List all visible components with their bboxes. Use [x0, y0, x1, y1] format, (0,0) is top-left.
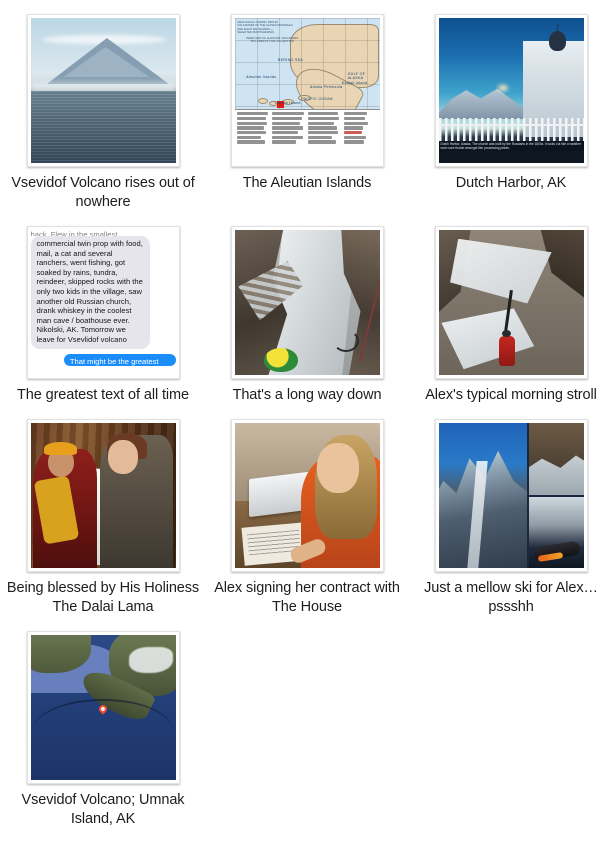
visitor-head	[107, 440, 138, 475]
snow-cover	[129, 646, 173, 673]
thumbnail-aleutian-islands[interactable]: GEOLOGICAL SURVEY DDS-40 VOLCANOES OF TH…	[230, 14, 384, 167]
map-header-text: GEOLOGICAL SURVEY DDS-40 VOLCANOES OF TH…	[237, 20, 293, 35]
legend-column	[272, 112, 306, 163]
thumbnail-greatest-text[interactable]: back. Flew in the smallest commercial tw…	[26, 226, 180, 379]
snow-slab-lower	[441, 308, 535, 370]
gallery-item-aleutian-islands[interactable]: GEOLOGICAL SURVEY DDS-40 VOLCANOES OF TH…	[205, 14, 409, 212]
caption-dutch-harbor: Dutch Harbor, AK	[455, 175, 567, 191]
legend-column	[308, 112, 342, 163]
gallery-item-greatest-text[interactable]: back. Flew in the smallest commercial tw…	[1, 226, 205, 405]
gallery-item-mellow-ski[interactable]: Just a mellow ski for Alex… pssshh	[409, 419, 613, 617]
map-label-gulf-of-alaska: GULF OF ALASKA	[347, 72, 366, 80]
photo-signing	[234, 423, 380, 568]
collage-panel-top-right	[528, 423, 584, 495]
thumbnail-long-way-down[interactable]	[230, 226, 384, 379]
church-dome-icon	[549, 31, 567, 52]
climber-helmet	[263, 348, 298, 373]
person-face	[317, 443, 360, 494]
sunset-glow	[497, 84, 508, 91]
map-label-kodiak: Kodiak Island	[341, 80, 368, 85]
thumbnail-dutch-harbor[interactable]: Dutch Harbor, Alaska. The church was bui…	[434, 14, 588, 167]
photo-collage-ski	[438, 423, 584, 568]
ice-axe	[333, 329, 360, 352]
message-bubble-incoming: commercial twin prop with food, mail, a …	[30, 236, 150, 349]
gallery-item-vsevidof-volcano[interactable]: Vsevidof Volcano rises out of nowhere	[1, 14, 205, 212]
map-label-umnak: Umnak Island	[275, 101, 301, 106]
gallery-item-long-way-down[interactable]: That's a long way down	[205, 226, 409, 405]
caption-vsevidof-map: Vsevidof Volcano; Umnak Island, AK	[21, 792, 185, 827]
gallery-item-dalai-lama[interactable]: Being blessed by His Holiness The Dalai …	[1, 419, 205, 617]
legend-column	[343, 112, 378, 163]
picket-fence	[438, 118, 584, 143]
map-label-aleutian-islands: Aleutian Islands	[246, 75, 277, 79]
gallery-item-vsevidof-map[interactable]: Vsevidof Volcano; Umnak Island, AK	[1, 631, 205, 829]
photo-ski-mountaineer	[438, 230, 584, 375]
monk-visor-cap	[43, 441, 77, 455]
photo-volcano-sea	[30, 18, 176, 163]
map-satellite-alaska	[30, 635, 176, 780]
snow-slab-upper	[450, 238, 552, 304]
map-usgs-aleutians: GEOLOGICAL SURVEY DDS-40 VOLCANOES OF TH…	[234, 18, 380, 163]
caption-greatest-text: The greatest text of all time	[17, 387, 189, 403]
caption-dalai-lama: Being blessed by His Holiness The Dalai …	[6, 580, 200, 615]
thumbnail-mellow-ski[interactable]	[434, 419, 588, 572]
photo-blessing	[30, 423, 176, 568]
volcano-cone-highlight	[63, 47, 150, 77]
gallery-item-morning-stroll[interactable]: Alex's typical morning stroll	[409, 226, 613, 405]
thumbnail-vsevidof-volcano[interactable]	[26, 14, 180, 167]
photo-church-dusk: Dutch Harbor, Alaska. The church was bui…	[438, 18, 584, 163]
collage-right-stack	[528, 423, 584, 568]
thumbnail-morning-stroll[interactable]	[434, 226, 588, 379]
map-label-pacific-ocean: PACIFIC OCEAN	[301, 96, 333, 101]
map-label-alaska-peninsula: Alaska Peninsula	[309, 85, 343, 90]
screenshot-imessage: back. Flew in the smallest commercial tw…	[30, 230, 176, 375]
map-legend-list	[234, 109, 380, 163]
gallery-item-dutch-harbor[interactable]: Dutch Harbor, Alaska. The church was bui…	[409, 14, 613, 212]
snow-ridge	[528, 455, 584, 495]
caption-vsevidof-volcano: Vsevidof Volcano rises out of nowhere	[11, 175, 195, 210]
caption-mellow-ski: Just a mellow ski for Alex… pssshh	[424, 580, 598, 615]
message-bubble-outgoing: That might be the greatest	[63, 353, 176, 366]
legend-column	[236, 112, 271, 163]
map-index-title: INDEX MAP OF ALEUTIAN VOLCANOES INCLUDED…	[246, 36, 299, 44]
skier-figure	[499, 330, 516, 367]
thumbnail-signing-contract[interactable]	[230, 419, 384, 572]
gallery-item-signing-contract[interactable]: Alex signing her contract with The House	[205, 419, 409, 617]
gallery-grid: Vsevidof Volcano rises out of nowhere GE…	[0, 14, 614, 843]
collage-panel-left	[438, 423, 527, 568]
map-label-bering-sea: BERING SEA	[278, 57, 303, 62]
message-clipped-line: back. Flew in the smallest	[30, 230, 118, 236]
thumbnail-vsevidof-map[interactable]	[26, 631, 180, 784]
thumbnail-dalai-lama[interactable]	[26, 419, 180, 572]
ocean-surface	[30, 90, 176, 163]
image-overlay-caption: Dutch Harbor, Alaska. The church was bui…	[438, 141, 584, 152]
photo-couloir	[234, 230, 380, 375]
caption-aleutian-islands: The Aleutian Islands	[242, 175, 372, 191]
caption-long-way-down: That's a long way down	[232, 387, 382, 403]
collage-panel-bottom-right	[528, 496, 584, 568]
photo-gallery: Vsevidof Volcano rises out of nowhere GE…	[0, 0, 614, 843]
caption-signing-contract: Alex signing her contract with The House	[214, 580, 400, 615]
caption-morning-stroll: Alex's typical morning stroll	[425, 387, 597, 403]
